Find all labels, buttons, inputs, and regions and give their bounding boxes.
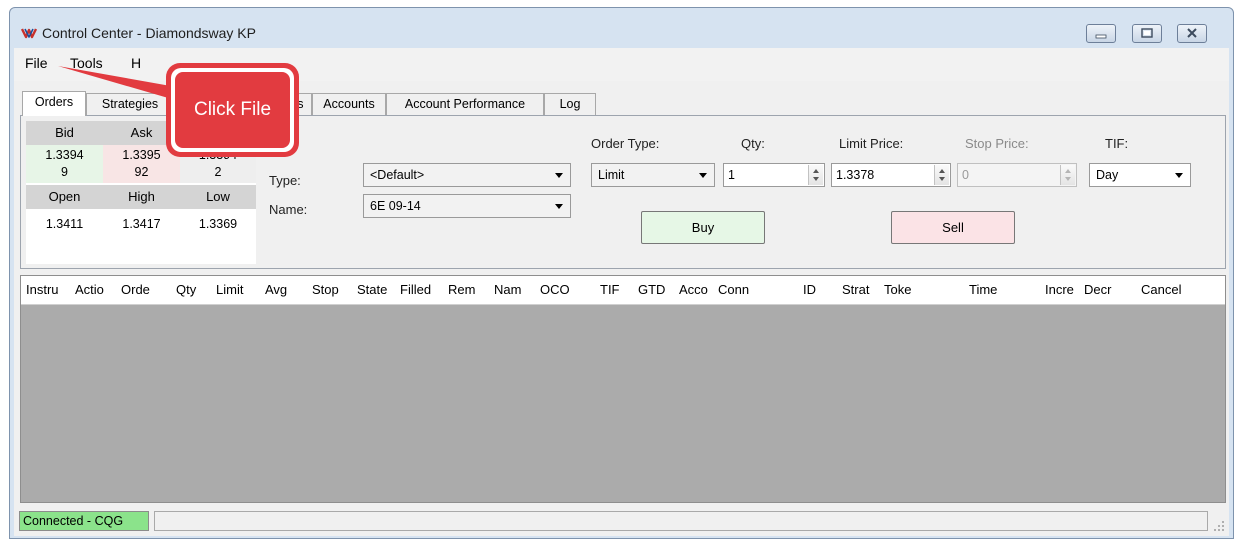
- menu-file[interactable]: File: [25, 55, 48, 71]
- tab-accounts[interactable]: Accounts: [312, 93, 386, 115]
- name-label: Name:: [269, 202, 308, 217]
- spinner-arrows-icon[interactable]: [808, 165, 823, 185]
- status-bar: Connected - CQG: [14, 506, 1229, 536]
- window-title: Control Center - Diamondsway KP: [42, 25, 256, 41]
- open-price: 1.3411: [45, 217, 84, 231]
- name-value: 6E 09-14: [370, 199, 421, 213]
- buy-button[interactable]: Buy: [641, 211, 765, 244]
- column-header[interactable]: Rem: [448, 282, 475, 297]
- column-header[interactable]: Avg: [265, 282, 287, 297]
- column-header[interactable]: Qty: [176, 282, 196, 297]
- last-size: 2: [214, 165, 222, 179]
- close-button[interactable]: [1177, 24, 1207, 43]
- qty-value: 1: [728, 168, 735, 182]
- low-header: Low: [206, 189, 230, 204]
- bid-price: 1.3394: [45, 148, 84, 162]
- status-message-field: [154, 511, 1208, 531]
- callout-text: Click File: [175, 72, 290, 148]
- connection-status: Connected - CQG: [19, 511, 149, 531]
- orders-grid-header: Instru Actio Orde Qty Limit Avg Stop Sta…: [21, 276, 1225, 305]
- tif-label: TIF:: [1105, 136, 1129, 151]
- column-header[interactable]: Stop: [312, 282, 339, 297]
- menu-help[interactable]: H: [131, 55, 141, 71]
- maximize-button[interactable]: [1132, 24, 1162, 43]
- title-bar[interactable]: Control Center - Diamondsway KP: [10, 8, 1233, 48]
- column-header[interactable]: ID: [803, 282, 816, 297]
- order-type-label: Order Type:: [591, 136, 660, 151]
- name-dropdown[interactable]: 6E 09-14: [363, 194, 571, 218]
- chevron-down-icon: [555, 173, 563, 178]
- spinner-arrows-icon[interactable]: [934, 165, 949, 185]
- column-header[interactable]: Decr: [1084, 282, 1111, 297]
- bid-size: 9: [61, 165, 68, 179]
- column-header[interactable]: Orde: [121, 282, 150, 297]
- type-dropdown[interactable]: <Default>: [363, 163, 571, 187]
- column-header[interactable]: Conn: [718, 282, 749, 297]
- stop-price-value: 0: [962, 168, 969, 182]
- limit-price-label: Limit Price:: [839, 136, 904, 151]
- column-header[interactable]: Incre: [1045, 282, 1074, 297]
- stop-price-label: Stop Price:: [965, 136, 1029, 151]
- column-header[interactable]: Actio: [75, 282, 104, 297]
- tab-account-performance[interactable]: Account Performance: [386, 93, 544, 115]
- low-price: 1.3369: [198, 217, 238, 231]
- column-header[interactable]: TIF: [600, 282, 620, 297]
- stop-price-stepper: 0: [957, 163, 1077, 187]
- column-header[interactable]: Cancel: [1141, 282, 1181, 297]
- limit-price-value: 1.3378: [836, 168, 875, 182]
- type-label: Type:: [269, 173, 301, 188]
- spinner-arrows-icon: [1060, 165, 1075, 185]
- chevron-down-icon: [555, 204, 563, 209]
- tab-log[interactable]: Log: [544, 93, 596, 115]
- close-icon: [1187, 28, 1197, 38]
- column-header[interactable]: Limit: [216, 282, 243, 297]
- menu-tools[interactable]: Tools: [70, 55, 103, 71]
- column-header[interactable]: Acco: [679, 282, 708, 297]
- column-header[interactable]: Strat: [842, 282, 869, 297]
- orders-grid[interactable]: Instru Actio Orde Qty Limit Avg Stop Sta…: [20, 275, 1226, 503]
- resize-grip-icon[interactable]: [1213, 520, 1225, 532]
- qty-stepper[interactable]: 1: [723, 163, 825, 187]
- high-header: High: [128, 189, 155, 204]
- column-header[interactable]: Filled: [400, 282, 431, 297]
- tif-value: Day: [1096, 168, 1119, 182]
- column-header[interactable]: Instru: [26, 282, 59, 297]
- chevron-down-icon: [1175, 173, 1183, 178]
- order-type-value: Limit: [598, 168, 625, 182]
- click-file-callout: Click File: [166, 63, 299, 157]
- high-price: 1.3417: [122, 217, 161, 231]
- ask-size: 92: [134, 165, 149, 179]
- chevron-down-icon: [699, 173, 707, 178]
- minimize-button[interactable]: [1086, 24, 1116, 43]
- maximize-icon: [1141, 28, 1153, 38]
- column-header[interactable]: State: [357, 282, 387, 297]
- bid-header: Bid: [55, 125, 74, 140]
- column-header[interactable]: GTD: [638, 282, 665, 297]
- tab-orders[interactable]: Orders: [22, 91, 86, 116]
- limit-price-stepper[interactable]: 1.3378: [831, 163, 951, 187]
- column-header[interactable]: Toke: [884, 282, 911, 297]
- ninjatrader-logo-icon: [21, 28, 38, 39]
- sell-button[interactable]: Sell: [891, 211, 1015, 244]
- column-header[interactable]: Time: [969, 282, 997, 297]
- open-header: Open: [48, 189, 81, 204]
- order-type-dropdown[interactable]: Limit: [591, 163, 715, 187]
- qty-label: Qty:: [741, 136, 765, 151]
- column-header[interactable]: OCO: [540, 282, 570, 297]
- tif-dropdown[interactable]: Day: [1089, 163, 1191, 187]
- column-header[interactable]: Nam: [494, 282, 521, 297]
- tab-strategies[interactable]: Strategies: [86, 93, 174, 115]
- minimize-icon: [1095, 34, 1107, 39]
- type-value: <Default>: [370, 168, 425, 182]
